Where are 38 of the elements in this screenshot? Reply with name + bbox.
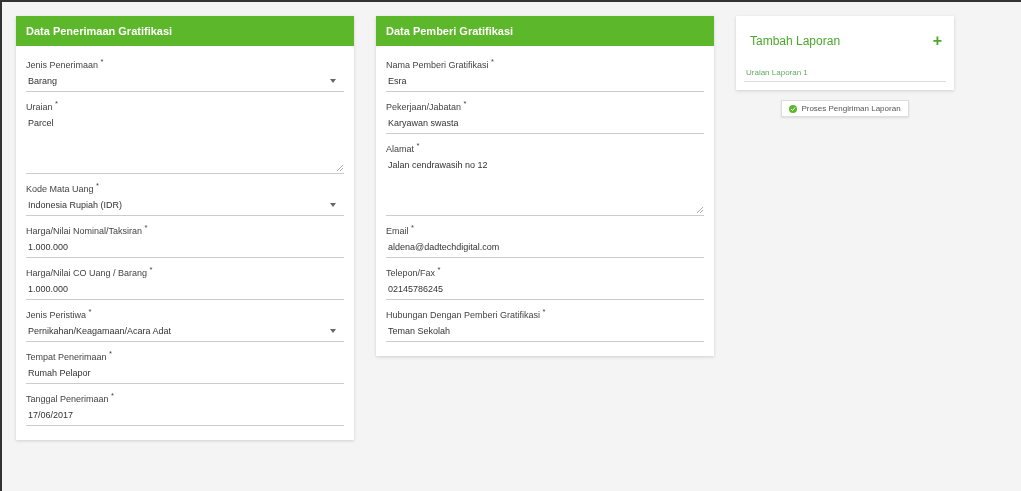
select-field[interactable]: Indonesia Rupiah (IDR): [26, 194, 344, 216]
input-field[interactable]: Esra: [386, 70, 704, 92]
field-label: Kode Mata Uang $^{*}$: [26, 181, 100, 194]
field-label: Email $^{*}$: [386, 223, 415, 236]
field-label: Alamat $^{*}$: [386, 141, 421, 154]
input-field[interactable]: Rumah Pelapor: [26, 362, 344, 384]
field-label: Tempat Penerimaan $^{*}$: [26, 349, 113, 362]
check-circle-icon: [789, 104, 798, 113]
text-area[interactable]: Parcel: [26, 112, 344, 174]
input-field[interactable]: 02145786245: [386, 278, 704, 300]
resize-grip-icon: [697, 207, 703, 213]
field-label: Telepon/Fax $^{*}$: [386, 265, 442, 278]
field-label: Pekerjaan/Jabatan $^{*}$: [386, 99, 468, 112]
select-field[interactable]: Barang: [26, 70, 344, 92]
card-title: Data Penerimaan Gratifikasi: [16, 16, 354, 46]
submit-button[interactable]: Proses Pengiriman Laporan: [781, 100, 909, 117]
field-label: Nama Pemberi Gratifikasi $^{*}$: [386, 57, 495, 70]
field-label: Tanggal Penerimaan $^{*}$: [26, 391, 115, 404]
text-area[interactable]: Jalan cendrawasih no 12: [386, 154, 704, 216]
input-field[interactable]: 17/06/2017: [26, 404, 344, 426]
field-label: Jenis Peristiwa $^{*}$: [26, 307, 93, 320]
input-field[interactable]: 1.000.000: [26, 236, 344, 258]
caret-icon: [330, 79, 336, 83]
select-field[interactable]: Pernikahan/Keagamaan/Acara Adat: [26, 320, 344, 342]
field-label: Jenis Penerimaan $^{*}$: [26, 57, 105, 70]
input-field[interactable]: aldena@dadtechdigital.com: [386, 236, 704, 258]
card-title: Tambah Laporan: [750, 34, 841, 48]
input-field[interactable]: 1.000.000: [26, 278, 344, 300]
field-label: Hubungan Dengan Pemberi Gratifikasi $^{*}$: [386, 307, 547, 320]
caret-icon: [330, 203, 336, 207]
caret-icon: [330, 329, 336, 333]
field-label: Uraian $^{*}$: [26, 99, 59, 112]
input-field[interactable]: Teman Sekolah: [386, 320, 704, 342]
card-title: Data Pemberi Gratifikasi: [376, 16, 714, 46]
resize-grip-icon: [337, 165, 343, 171]
field-label: Harga/Nilai Nominal/Taksiran $^{*}$: [26, 223, 149, 236]
field-label: Harga/Nilai CO Uang / Barang $^{*}$: [26, 265, 154, 278]
input-field[interactable]: Karyawan swasta: [386, 112, 704, 134]
